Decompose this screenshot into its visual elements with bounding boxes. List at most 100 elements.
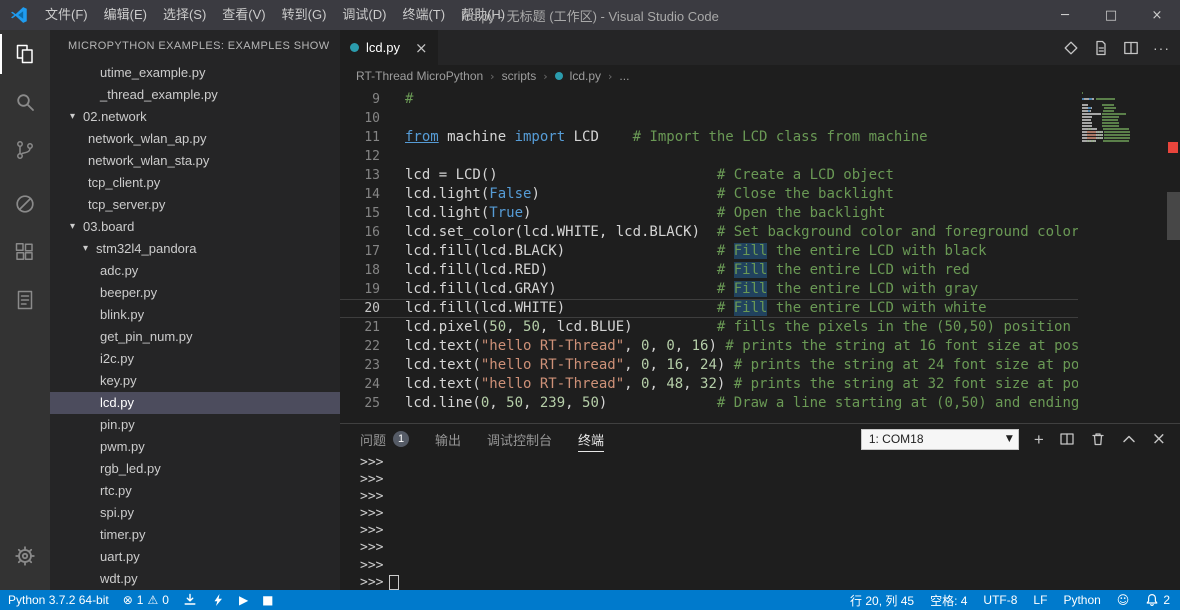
download-to-device-button[interactable]	[183, 593, 197, 607]
minimize-button[interactable]: ─	[1042, 0, 1088, 30]
code-line-20[interactable]: 20lcd.fill(lcd.WHITE) # Fill the entire …	[340, 299, 1180, 318]
tree-item-lcd.py[interactable]: lcd.py	[50, 392, 340, 414]
code-line-13[interactable]: 13lcd = LCD() # Create a LCD object	[340, 166, 1180, 185]
close-panel-icon[interactable]: ×	[1152, 431, 1166, 448]
cursor-position[interactable]: 行 20, 列 45	[850, 592, 914, 609]
code-line-15[interactable]: 15lcd.light(True) # Open the backlight	[340, 204, 1180, 223]
tree-item-adc.py[interactable]: adc.py	[50, 260, 340, 282]
debug-disabled-icon[interactable]	[0, 180, 50, 228]
menu-item[interactable]: 调试(D)	[334, 0, 394, 30]
close-window-button[interactable]: ×	[1134, 0, 1180, 30]
tree-item-rgb_led.py[interactable]: rgb_led.py	[50, 458, 340, 480]
line-number[interactable]: 16	[340, 223, 380, 242]
code-line-10[interactable]: 10	[340, 109, 1180, 128]
tree-item-tcp_server.py[interactable]: tcp_server.py	[50, 194, 340, 216]
minimap[interactable]	[1078, 87, 1166, 423]
code-line-14[interactable]: 14lcd.light(False) # Close the backlight	[340, 185, 1180, 204]
encoding[interactable]: UTF-8	[983, 593, 1017, 607]
settings-gear-icon[interactable]	[0, 532, 50, 580]
open-preview-icon[interactable]	[1093, 40, 1109, 56]
line-number[interactable]: 19	[340, 280, 380, 299]
python-interpreter[interactable]: Python 3.7.2 64-bit	[8, 593, 109, 607]
line-number[interactable]: 20	[340, 299, 380, 318]
flash-build-button[interactable]	[211, 593, 225, 607]
line-number[interactable]: 17	[340, 242, 380, 261]
open-changes-icon[interactable]	[1063, 40, 1079, 56]
maximize-button[interactable]: □	[1088, 0, 1134, 30]
panel-tab-output[interactable]: 输出	[435, 424, 461, 454]
breadcrumb-item[interactable]: lcd.py	[570, 69, 601, 83]
panel-tab-problems[interactable]: 问题 1	[360, 424, 409, 454]
menu-item[interactable]: 编辑(E)	[96, 0, 155, 30]
maximize-panel-icon[interactable]	[1121, 431, 1137, 447]
close-tab-icon[interactable]: ×	[415, 39, 428, 57]
feedback-smiley-button[interactable]: ☺	[1117, 593, 1130, 607]
panel-tab-terminal[interactable]: 终端	[578, 424, 604, 454]
tree-item-pwm.py[interactable]: pwm.py	[50, 436, 340, 458]
code-line-16[interactable]: 16lcd.set_color(lcd.WHITE, lcd.BLACK) # …	[340, 223, 1180, 242]
tree-item-02.network[interactable]: ▾02.network	[50, 106, 340, 128]
tree-item-beeper.py[interactable]: beeper.py	[50, 282, 340, 304]
code-line-22[interactable]: 22lcd.text("hello RT-Thread", 0, 0, 16) …	[340, 337, 1180, 356]
code-line-19[interactable]: 19lcd.fill(lcd.GRAY) # Fill the entire L…	[340, 280, 1180, 299]
source-control-icon[interactable]	[0, 126, 50, 174]
line-number[interactable]: 14	[340, 185, 380, 204]
tree-item-key.py[interactable]: key.py	[50, 370, 340, 392]
more-actions-icon[interactable]: ···	[1153, 40, 1170, 56]
tree-item-i2c.py[interactable]: i2c.py	[50, 348, 340, 370]
line-number[interactable]: 9	[340, 90, 380, 109]
breadcrumb-item[interactable]: RT-Thread MicroPython	[356, 69, 483, 83]
notifications-bell-button[interactable]: 2	[1145, 593, 1170, 607]
code-line-21[interactable]: 21lcd.pixel(50, 50, lcd.BLUE) # fills th…	[340, 318, 1180, 337]
line-number[interactable]: 18	[340, 261, 380, 280]
terminal-select[interactable]: 1: COM18 ▼	[861, 429, 1019, 450]
code-line-9[interactable]: 9#	[340, 90, 1180, 109]
code-line-24[interactable]: 24lcd.text("hello RT-Thread", 0, 48, 32)…	[340, 375, 1180, 394]
code-line-18[interactable]: 18lcd.fill(lcd.RED) # Fill the entire LC…	[340, 261, 1180, 280]
stop-button[interactable]: ■	[262, 593, 273, 607]
menu-item[interactable]: 查看(V)	[214, 0, 273, 30]
tree-item-blink.py[interactable]: blink.py	[50, 304, 340, 326]
extensions-icon[interactable]	[0, 228, 50, 276]
line-number[interactable]: 25	[340, 394, 380, 413]
split-editor-icon[interactable]	[1123, 40, 1139, 56]
split-terminal-icon[interactable]	[1059, 431, 1075, 447]
code-line-25[interactable]: 25lcd.line(0, 50, 239, 50) # Draw a line…	[340, 394, 1180, 413]
code-editor[interactable]: 9#1011from machine import LCD # Import t…	[340, 87, 1180, 423]
line-number[interactable]: 12	[340, 147, 380, 166]
micropython-examples-icon[interactable]	[0, 276, 50, 324]
problems-summary[interactable]: ⊗ 1 ⚠ 0	[123, 593, 169, 607]
menu-item[interactable]: 转到(G)	[274, 0, 335, 30]
line-number[interactable]: 11	[340, 128, 380, 147]
code-line-11[interactable]: 11from machine import LCD # Import the L…	[340, 128, 1180, 147]
terminal-output[interactable]: >>>>>>>>>>>>>>>>>>>>>>>>	[340, 454, 1180, 590]
tree-item-get_pin_num.py[interactable]: get_pin_num.py	[50, 326, 340, 348]
line-number[interactable]: 13	[340, 166, 380, 185]
tree-item-rtc.py[interactable]: rtc.py	[50, 480, 340, 502]
line-number[interactable]: 23	[340, 356, 380, 375]
line-number[interactable]: 10	[340, 109, 380, 128]
kill-terminal-trash-icon[interactable]	[1090, 431, 1106, 447]
sidebar-section-header[interactable]: MICROPYTHON EXAMPLES: EXAMPLES SHOW	[50, 30, 340, 62]
code-line-12[interactable]: 12	[340, 147, 1180, 166]
tree-item-tcp_client.py[interactable]: tcp_client.py	[50, 172, 340, 194]
line-number[interactable]: 24	[340, 375, 380, 394]
tree-item-network_wlan_sta.py[interactable]: network_wlan_sta.py	[50, 150, 340, 172]
new-terminal-icon[interactable]: +	[1034, 431, 1044, 448]
language-mode[interactable]: Python	[1063, 593, 1100, 607]
line-number[interactable]: 21	[340, 318, 380, 337]
menu-item[interactable]: 选择(S)	[155, 0, 214, 30]
breadcrumb-item[interactable]: scripts	[502, 69, 537, 83]
tree-item-uart.py[interactable]: uart.py	[50, 546, 340, 568]
line-number[interactable]: 15	[340, 204, 380, 223]
panel-tab-debug-console[interactable]: 调试控制台	[487, 424, 552, 454]
code-line-17[interactable]: 17lcd.fill(lcd.BLACK) # Fill the entire …	[340, 242, 1180, 261]
run-button[interactable]: ▶	[239, 593, 248, 607]
vertical-scrollbar[interactable]	[1167, 192, 1180, 240]
search-icon[interactable]	[0, 78, 50, 126]
line-number[interactable]: 22	[340, 337, 380, 356]
tree-item-spi.py[interactable]: spi.py	[50, 502, 340, 524]
tree-item-_thread_example.py[interactable]: _thread_example.py	[50, 84, 340, 106]
tree-item-timer.py[interactable]: timer.py	[50, 524, 340, 546]
menu-item[interactable]: 文件(F)	[37, 0, 96, 30]
